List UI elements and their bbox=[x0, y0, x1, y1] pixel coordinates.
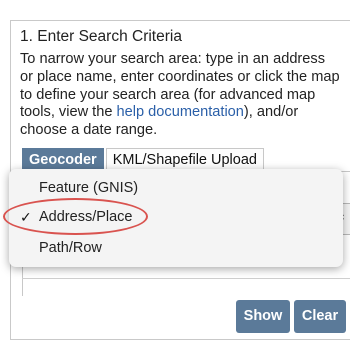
section-title: 1. Enter Search Criteria bbox=[20, 28, 182, 45]
instructions-text-segment: ), and/or bbox=[243, 104, 299, 121]
tab-geocoder[interactable]: Geocoder bbox=[22, 148, 104, 170]
dropdown-option-feature-gnis[interactable]: Feature (GNIS) bbox=[9, 177, 343, 199]
dropdown-option-path-row[interactable]: Path/Row bbox=[9, 237, 343, 259]
highlight-ring-annotation bbox=[3, 198, 148, 235]
show-button[interactable]: Show bbox=[236, 300, 290, 333]
instructions-line: To narrow your search area: type in an a… bbox=[20, 51, 326, 67]
dropdown-option-label: Path/Row bbox=[39, 240, 102, 256]
instructions-text: To narrow your search area: type in an a… bbox=[20, 51, 350, 140]
clear-button[interactable]: Clear bbox=[294, 300, 346, 333]
tab-kml-shapefile-upload[interactable]: KML/Shapefile Upload bbox=[105, 148, 264, 170]
instructions-line: or place name, enter coordinates or clic… bbox=[20, 68, 340, 85]
address-input[interactable] bbox=[22, 278, 350, 293]
help-documentation-link[interactable]: help documentation bbox=[117, 104, 244, 120]
dropdown-option-label: Feature (GNIS) bbox=[39, 180, 139, 196]
instructions-text-segment: tools, view the bbox=[20, 104, 117, 121]
instructions-line: to define your search area (for advanced… bbox=[20, 86, 316, 103]
instructions-line: tools, view the help documentation), and… bbox=[20, 104, 350, 122]
instructions-line: choose a date range. bbox=[20, 122, 158, 139]
